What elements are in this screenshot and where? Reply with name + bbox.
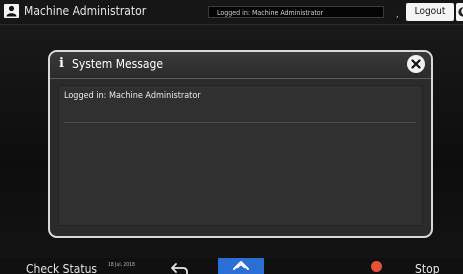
energy-saver-button[interactable] <box>456 3 463 21</box>
dialog-header: i System Message <box>50 52 431 79</box>
home-button[interactable] <box>218 258 264 274</box>
check-status-button[interactable]: Check Status <box>26 262 97 274</box>
date-label: 18 Jul, 2018 <box>108 262 135 268</box>
info-icon: i <box>59 56 64 71</box>
logout-button[interactable]: Logout <box>406 3 454 21</box>
user-icon[interactable] <box>4 4 19 18</box>
stop-icon[interactable] <box>371 261 382 272</box>
stop-button-label[interactable]: Stop <box>415 262 440 274</box>
device-screen: Machine Administrator Logged in: Machine… <box>0 0 463 274</box>
separator-mark: , <box>396 10 399 20</box>
home-icon <box>233 261 249 270</box>
dialog-body: Logged in: Machine Administrator <box>58 85 423 226</box>
system-message-dialog: i System Message Logged in: Machine Admi… <box>48 50 433 238</box>
close-button[interactable] <box>407 55 425 73</box>
user-name-label: Machine Administrator <box>24 4 147 18</box>
login-status-field: Logged in: Machine Administrator <box>208 6 384 18</box>
back-button[interactable] <box>170 260 190 274</box>
close-icon <box>411 59 421 69</box>
moon-icon <box>458 7 463 17</box>
message-text: Logged in: Machine Administrator <box>64 91 201 101</box>
message-divider <box>64 122 416 123</box>
top-bar: Machine Administrator Logged in: Machine… <box>0 0 463 25</box>
bottom-bar: Check Status 18 Jul, 2018 Stop <box>0 258 463 274</box>
back-arrow-icon <box>171 263 188 274</box>
dialog-title: System Message <box>72 57 164 71</box>
